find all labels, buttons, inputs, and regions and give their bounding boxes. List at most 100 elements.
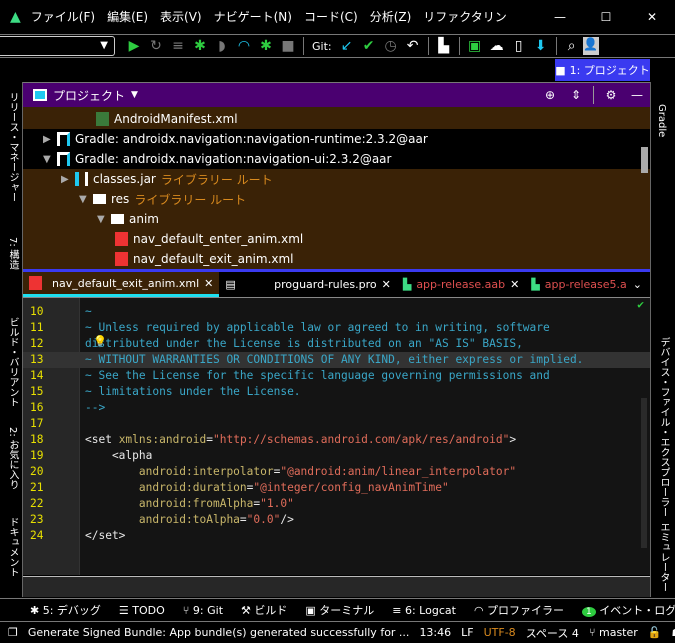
menu-navigate[interactable]: ナビゲート(N) bbox=[214, 8, 292, 25]
collapse-arrow-icon[interactable]: ▼ bbox=[43, 154, 57, 165]
gear-icon[interactable]: ⚙ bbox=[598, 88, 624, 102]
tree-item[interactable]: AndroidManifest.xml bbox=[23, 109, 650, 129]
hide-icon[interactable]: — bbox=[624, 88, 650, 102]
tree-scrollbar[interactable] bbox=[641, 147, 648, 173]
tool-gradle[interactable]: Gradle bbox=[656, 104, 667, 137]
expand-arrow-icon[interactable]: ▶ bbox=[61, 174, 75, 185]
tab-proguard-rules[interactable]: proguard-rules.pro ✕ bbox=[268, 272, 397, 297]
avd-manager-icon[interactable]: ▯ bbox=[508, 38, 530, 54]
tool-todo[interactable]: ☰ TODO bbox=[119, 604, 165, 617]
inspector-icon[interactable]: ☗ bbox=[671, 626, 675, 639]
intention-bulb-icon[interactable]: 💡 bbox=[93, 335, 107, 348]
tool-event-log[interactable]: 1 イベント・ログ bbox=[582, 602, 675, 618]
tool-structure[interactable]: 7: 構造 bbox=[5, 237, 20, 270]
code-line[interactable]: 18 <set xmlns:android="http://schemas.and… bbox=[23, 432, 650, 448]
attach-debugger-icon[interactable]: ✱ bbox=[255, 38, 277, 54]
tree-item[interactable]: ▶ classes.jar ライブラリー ルート bbox=[23, 169, 650, 189]
expand-arrow-icon[interactable]: ▶ bbox=[43, 134, 57, 145]
gradle-sync-icon[interactable]: ☁ bbox=[486, 38, 508, 54]
menu-refactor[interactable]: リファクタリン bbox=[423, 8, 507, 25]
lock-icon[interactable]: 🔓 bbox=[648, 626, 662, 639]
code-line[interactable]: 10 ~ bbox=[23, 304, 650, 320]
rollback-icon[interactable]: ↶ bbox=[402, 38, 424, 54]
run-config-select[interactable]: ▼ bbox=[0, 36, 115, 56]
code-line[interactable]: 13 ~ WITHOUT WARRANTIES OR CONDITIONS OF … bbox=[23, 352, 650, 368]
tool-logcat[interactable]: ≡ 6: Logcat bbox=[392, 604, 456, 617]
git-branch[interactable]: ⑂ master bbox=[589, 626, 638, 639]
project-view-select[interactable]: プロジェクト bbox=[53, 87, 125, 104]
tree-item[interactable]: ▼ Gradle: androidx.navigation:navigation… bbox=[23, 149, 650, 169]
tab-app-release5[interactable]: ▙ app-release5.a bbox=[525, 272, 633, 297]
profile-icon[interactable]: ◠ bbox=[233, 38, 255, 54]
code-editor[interactable]: 10 ~11 ~ Unless required by applicable law… bbox=[23, 298, 650, 575]
apply-changes-icon[interactable]: ↻ bbox=[145, 38, 167, 54]
code-line[interactable]: 22 android:fromAlpha="1.0" bbox=[23, 496, 650, 512]
search-icon[interactable]: ⌕ bbox=[561, 38, 583, 54]
run-icon[interactable]: ▶ bbox=[123, 38, 145, 54]
apply-code-changes-icon[interactable]: ≡ bbox=[167, 38, 189, 54]
menu-file[interactable]: ファイル(F) bbox=[31, 8, 95, 25]
tool-build[interactable]: ⚒ ビルド bbox=[241, 602, 287, 618]
tool-terminal[interactable]: ▣ ターミナル bbox=[305, 602, 374, 618]
coverage-icon[interactable]: ◗ bbox=[211, 38, 233, 54]
minimize-button[interactable]: — bbox=[537, 10, 583, 24]
project-structure-icon[interactable]: ▙ bbox=[433, 38, 455, 54]
collapse-all-icon[interactable]: ⇕ bbox=[563, 88, 589, 102]
line-separator[interactable]: LF bbox=[461, 626, 473, 639]
menu-view[interactable]: 表示(V) bbox=[160, 8, 202, 25]
tool-favorites[interactable]: 2: お気に入り bbox=[5, 427, 20, 490]
file-encoding[interactable]: UTF-8 bbox=[484, 626, 516, 639]
git-update-icon[interactable]: ↙ bbox=[336, 38, 358, 54]
menu-code[interactable]: コード(C) bbox=[304, 8, 358, 25]
close-tab-icon[interactable]: ✕ bbox=[204, 277, 213, 290]
git-history-icon[interactable]: ◷ bbox=[380, 38, 402, 54]
tab-project-tool[interactable]: ■ 1: プロジェクト bbox=[555, 59, 650, 81]
chevron-down-icon[interactable]: ▼ bbox=[131, 90, 138, 100]
code-line[interactable]: 16 --> bbox=[23, 400, 650, 416]
tree-item[interactable]: ▶ Gradle: androidx.navigation:navigation… bbox=[23, 129, 650, 149]
menu-analyze[interactable]: 分析(Z) bbox=[370, 8, 412, 25]
close-tab-icon[interactable]: ✕ bbox=[382, 278, 391, 291]
tree-item[interactable]: nav_default_exit_anim.xml bbox=[23, 249, 650, 269]
close-button[interactable]: ✕ bbox=[629, 10, 675, 24]
sdk-manager-icon[interactable]: ⬇ bbox=[530, 38, 552, 54]
tool-documents[interactable]: ドキュメント bbox=[5, 517, 20, 577]
code-line[interactable]: 21 android:duration="@integer/config_nav… bbox=[23, 480, 650, 496]
code-line[interactable]: 24 </set> bbox=[23, 528, 650, 544]
menu-edit[interactable]: 編集(E) bbox=[107, 8, 148, 25]
tabs-overflow-chevron-icon[interactable]: ⌄ bbox=[633, 278, 650, 291]
tab-file[interactable]: ▤ bbox=[219, 272, 268, 297]
git-commit-icon[interactable]: ✔ bbox=[358, 38, 380, 54]
collapse-arrow-icon[interactable]: ▼ bbox=[97, 214, 111, 225]
locate-icon[interactable]: ⊕ bbox=[537, 88, 563, 102]
editor-scrollbar[interactable] bbox=[641, 398, 647, 548]
tree-item[interactable]: nav_default_enter_anim.xml bbox=[23, 229, 650, 249]
tool-profiler[interactable]: ◠ プロファイラー bbox=[474, 602, 564, 618]
tree-item[interactable]: ▼ anim bbox=[23, 209, 650, 229]
close-tab-icon[interactable]: ✕ bbox=[510, 278, 519, 291]
tool-emulator[interactable]: エミュレーター bbox=[656, 522, 671, 592]
stop-icon[interactable]: ■ bbox=[277, 38, 299, 54]
code-line[interactable]: 11 ~ Unless required by applicable law or… bbox=[23, 320, 650, 336]
toggle-tool-windows-icon[interactable]: ❐ bbox=[8, 626, 18, 639]
code-line[interactable]: 12 distributed under the License is distr… bbox=[23, 336, 650, 352]
tool-debug[interactable]: ✱ 5: デバッグ bbox=[30, 602, 101, 618]
code-line[interactable]: 17 bbox=[23, 416, 650, 432]
caret-position[interactable]: 13:46 bbox=[419, 626, 451, 639]
maximize-button[interactable]: ☐ bbox=[583, 10, 629, 24]
tree-item[interactable]: ▼ res ライブラリー ルート bbox=[23, 189, 650, 209]
tab-app-release-aab[interactable]: ▙ app-release.aab ✕ bbox=[397, 272, 525, 297]
code-line[interactable]: 15 ~ limitations under the License. bbox=[23, 384, 650, 400]
account-avatar[interactable]: 👤 bbox=[582, 37, 599, 55]
code-line[interactable]: 14 ~ See the License for the specific lan… bbox=[23, 368, 650, 384]
emulator-icon[interactable]: ▣ bbox=[464, 38, 486, 54]
status-message[interactable]: Generate Signed Bundle: App bundle(s) ge… bbox=[28, 626, 410, 639]
tab-nav-default-exit-anim[interactable]: nav_default_exit_anim.xml ✕ bbox=[23, 272, 220, 297]
indent-setting[interactable]: スペース 4 bbox=[526, 625, 579, 641]
debug-icon[interactable]: ✱ bbox=[189, 38, 211, 54]
tool-resource-manager[interactable]: リリース・マネージャー bbox=[5, 92, 20, 202]
tool-device-file-explorer[interactable]: デバイス・ファイル・エクスプローラー bbox=[656, 337, 671, 517]
collapse-arrow-icon[interactable]: ▼ bbox=[79, 194, 93, 205]
code-line[interactable]: 23 android:toAlpha="0.0"/> bbox=[23, 512, 650, 528]
tool-build-variants[interactable]: ビルド・バリアント bbox=[5, 317, 20, 407]
